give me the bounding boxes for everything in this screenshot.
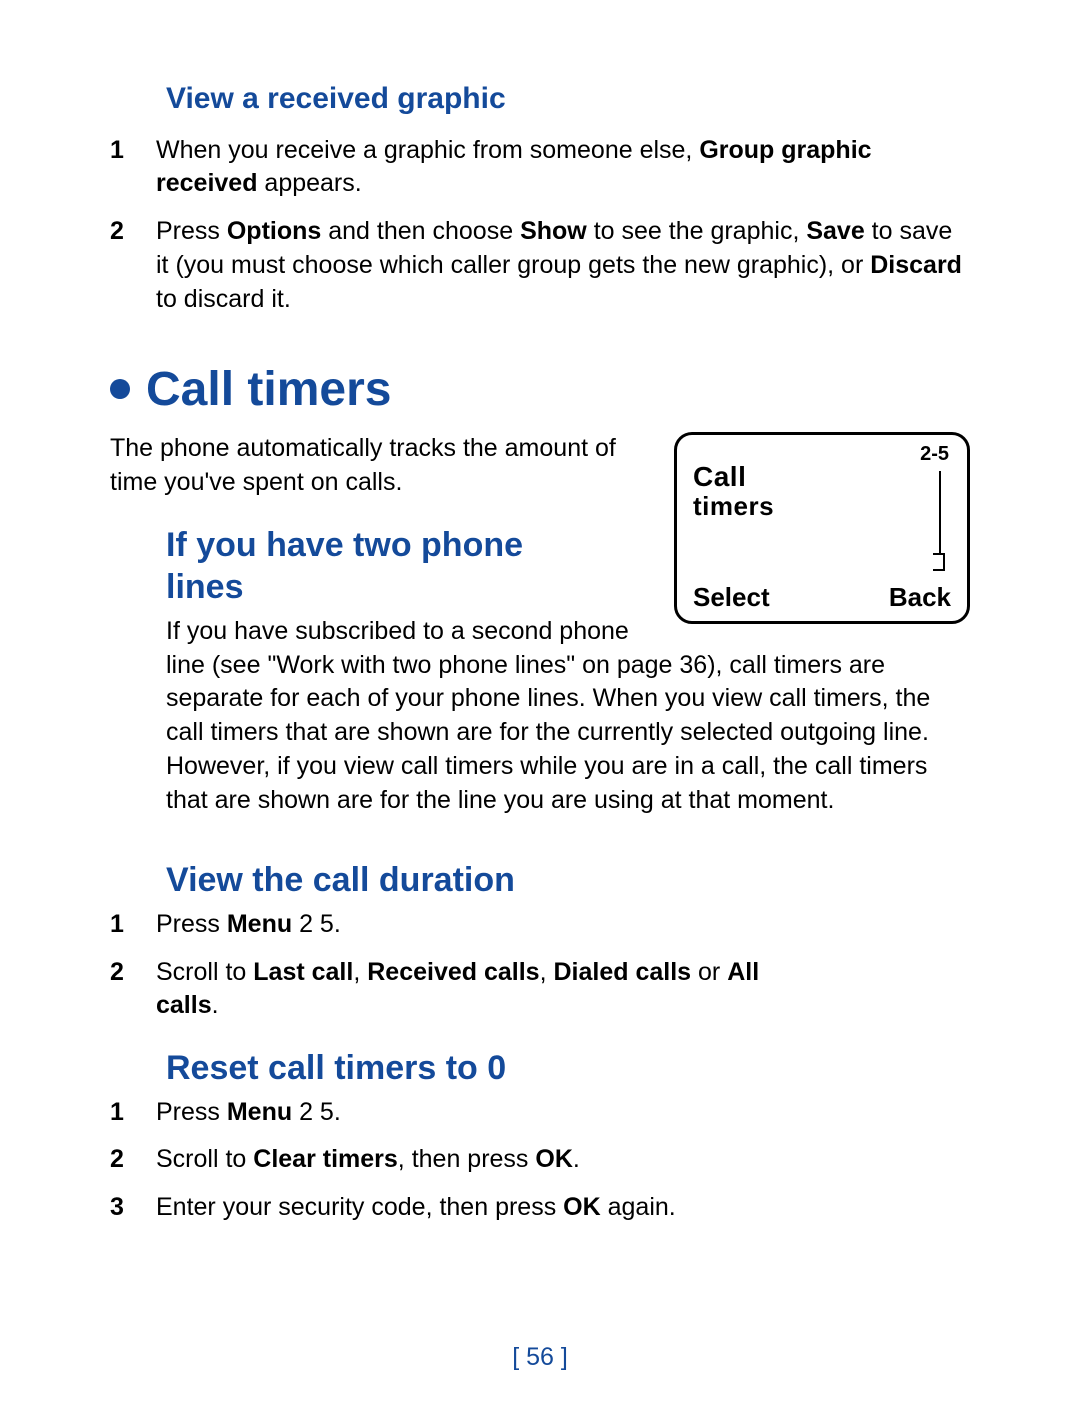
screen-title-line1: Call: [693, 463, 746, 491]
heading-call-timers: Call timers: [110, 366, 970, 414]
call-timers-block: 2-5 Call timers Select Back The phone au…: [110, 432, 970, 835]
step-item: 1 Press Menu 2 5.: [110, 908, 970, 942]
step-item: 2 Scroll to Clear timers, then press OK.: [110, 1143, 970, 1177]
step-item: 2 Scroll to Last call, Received calls, D…: [110, 956, 970, 1024]
step-text: When you receive a graphic from someone …: [156, 134, 970, 202]
step-number: 1: [110, 134, 156, 202]
step-text: Scroll to Last call, Received calls, Dia…: [156, 956, 786, 1024]
two-phone-lines-body: If you have subscribed to a second phone…: [166, 615, 970, 818]
scrollbar-thumb-icon: [933, 553, 945, 571]
step-number: 3: [110, 1191, 156, 1225]
screen-menu-index: 2-5: [920, 443, 949, 466]
step-text: Press Menu 2 5.: [156, 1096, 970, 1130]
step-text: Press Menu 2 5.: [156, 908, 970, 942]
softkey-back: Back: [889, 582, 951, 613]
step-text: Press Options and then choose Show to se…: [156, 215, 970, 316]
heading-view-received-graphic: View a received graphic: [166, 80, 970, 118]
page-number: [ 56 ]: [0, 1343, 1080, 1372]
step-item: 1 Press Menu 2 5.: [110, 1096, 970, 1130]
section-view-call-duration: View the call duration 1 Press Menu 2 5.…: [110, 859, 970, 1023]
step-item: 1 When you receive a graphic from someon…: [110, 134, 970, 202]
step-number: 2: [110, 215, 156, 316]
section-view-received-graphic: View a received graphic 1 When you recei…: [110, 80, 970, 316]
step-text: Scroll to Clear timers, then press OK.: [156, 1143, 970, 1177]
step-number: 2: [110, 956, 156, 1024]
heading-view-call-duration: View the call duration: [166, 859, 970, 902]
step-number: 1: [110, 1096, 156, 1130]
softkey-select: Select: [693, 582, 770, 613]
step-text: Enter your security code, then press OK …: [156, 1191, 970, 1225]
step-item: 3 Enter your security code, then press O…: [110, 1191, 970, 1225]
section-reset-call-timers: Reset call timers to 0 1 Press Menu 2 5.…: [110, 1047, 970, 1225]
heading-reset-call-timers: Reset call timers to 0: [166, 1047, 970, 1090]
heading-two-phone-lines: If you have two phone lines: [166, 524, 606, 609]
bullet-icon: [110, 379, 130, 399]
phone-screen-mockup: 2-5 Call timers Select Back: [674, 432, 970, 624]
screen-title-line2: timers: [693, 493, 774, 519]
step-item: 2 Press Options and then choose Show to …: [110, 215, 970, 316]
step-number: 2: [110, 1143, 156, 1177]
step-number: 1: [110, 908, 156, 942]
